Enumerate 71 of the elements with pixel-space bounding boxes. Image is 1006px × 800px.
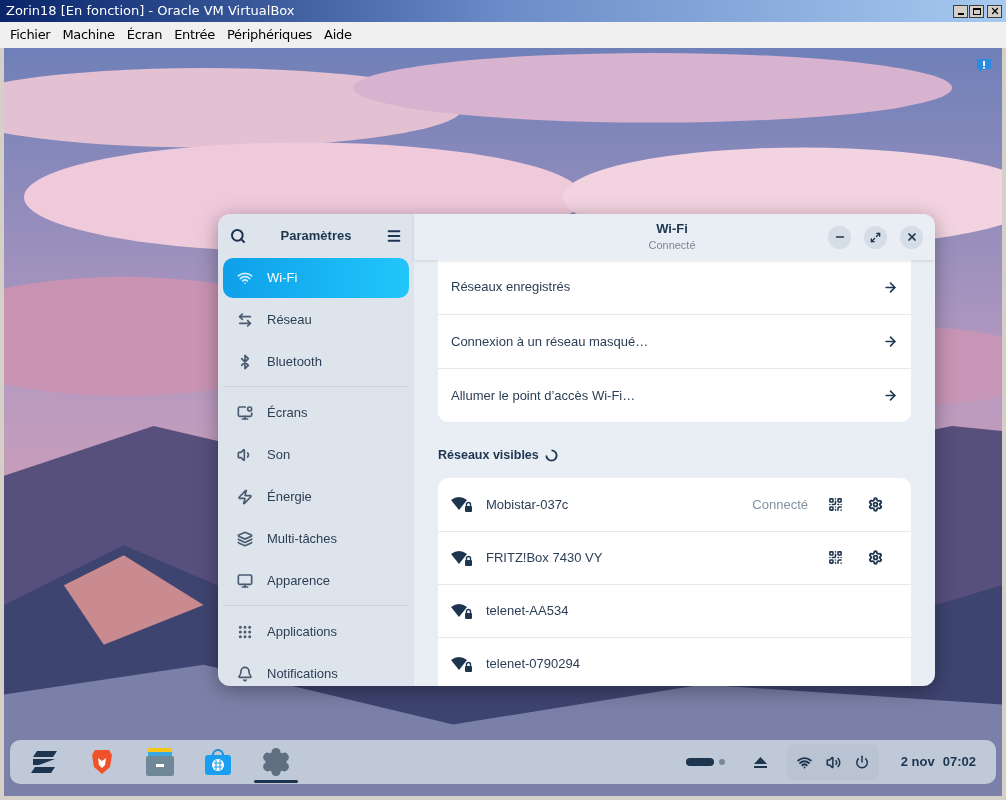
wifi-lock-icon (451, 655, 473, 672)
connection-status: Connecté (752, 495, 808, 514)
lightning-icon (237, 489, 253, 505)
maximize-button[interactable] (864, 225, 887, 249)
menu-item[interactable]: Écran (122, 25, 167, 45)
workspace-indicator-icon[interactable] (685, 758, 726, 766)
window-subtitle: Connecté (648, 238, 696, 253)
arrow-icon (883, 388, 898, 403)
windows-icon (237, 531, 253, 547)
settings-icon[interactable] (868, 496, 883, 512)
sidebar-item[interactable]: Écrans (223, 393, 409, 433)
monitor-icon (237, 573, 253, 589)
wifi-icon (237, 270, 253, 286)
minimize-button[interactable] (953, 4, 968, 18)
file-cabinet-icon[interactable] (146, 748, 174, 776)
qr-code-icon[interactable] (828, 496, 843, 512)
sidebar-item[interactable]: Réseau (223, 300, 409, 340)
close-button[interactable] (900, 225, 923, 249)
system-tray[interactable] (786, 744, 879, 780)
grid-icon (237, 624, 253, 640)
expand-icon (870, 231, 881, 243)
sidebar-title: Paramètres (280, 227, 352, 246)
settings-icon[interactable] (868, 550, 883, 566)
speaker-icon (825, 754, 841, 770)
close-icon (905, 231, 918, 243)
menu-item[interactable]: Entrée (170, 25, 219, 45)
menu-item[interactable]: Aide (320, 25, 356, 45)
link-row[interactable]: Réseaux enregistrés (438, 260, 911, 314)
lion-shield-icon[interactable] (91, 749, 113, 775)
section-title: Réseaux visibles (438, 447, 539, 464)
search-icon[interactable] (230, 228, 246, 244)
logo-icon[interactable] (31, 751, 57, 773)
link-row[interactable]: Allumer le point d’accès Wi-Fi… (438, 368, 911, 422)
sidebar-item[interactable]: Applications (223, 612, 409, 652)
sidebar-item[interactable]: Énergie (223, 477, 409, 517)
network-row[interactable]: Mobistar-037c Connecté (438, 477, 911, 531)
active-indicator (254, 780, 298, 783)
sidebar-item[interactable]: Notifications (223, 654, 409, 686)
minimize-button[interactable] (828, 225, 851, 249)
sidebar-item[interactable]: Bluetooth (223, 342, 409, 382)
wifi-lock-icon (451, 549, 473, 566)
menu-item[interactable]: Périphériques (222, 25, 317, 45)
arrows-icon (237, 312, 253, 328)
notification-icon[interactable] (976, 58, 992, 74)
bell-icon (237, 666, 253, 682)
network-row[interactable]: FRITZ!Box 7430 VY (438, 530, 911, 584)
window-title: Zorin18 [En fonction] - Oracle VM VirtualBox (6, 2, 295, 21)
eject-icon[interactable] (753, 756, 767, 768)
menu-icon[interactable] (386, 228, 402, 244)
wifi-icon (796, 754, 812, 770)
close-button[interactable] (987, 4, 1002, 18)
link-row[interactable]: Connexion à un réseau masqué… (438, 314, 911, 368)
power-icon (854, 755, 869, 769)
sidebar-item[interactable]: Son (223, 435, 409, 475)
wifi-lock-icon (451, 602, 473, 619)
display-icon (237, 405, 253, 421)
sidebar-item[interactable]: Multi-tâches (223, 519, 409, 559)
wifi-lock-icon (451, 496, 473, 513)
qr-code-icon[interactable] (828, 550, 843, 566)
arrow-icon (883, 334, 898, 349)
network-row[interactable]: telenet-AA534 (438, 583, 911, 637)
menu-item[interactable]: Machine (58, 25, 119, 45)
menu-item[interactable]: Fichier (6, 25, 55, 45)
window-title: Wi-Fi (656, 221, 688, 237)
close-icon (989, 6, 1000, 16)
sidebar-item[interactable]: Apparence (223, 561, 409, 601)
maximize-button[interactable] (969, 4, 984, 18)
network-row[interactable]: telenet-0790294 (438, 636, 911, 686)
arrow-icon (883, 279, 898, 295)
clock[interactable]: 2 nov 07:02 (900, 752, 976, 772)
shopping-bag-icon[interactable] (205, 749, 231, 775)
